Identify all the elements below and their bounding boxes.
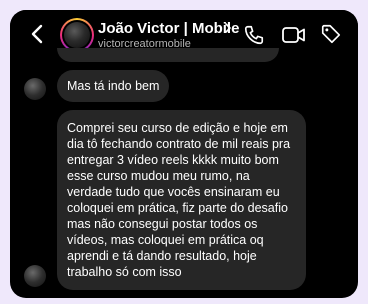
contact-name[interactable]: João Victor | Mobile — [98, 20, 239, 37]
tag-icon[interactable] — [320, 23, 342, 45]
sender-avatar[interactable] — [24, 265, 46, 287]
chevron-left-icon[interactable] — [28, 22, 48, 46]
chevron-right-icon[interactable] — [223, 21, 233, 35]
sender-avatar[interactable] — [24, 78, 46, 100]
video-camera-icon[interactable] — [281, 24, 307, 46]
chat-window: João Victor | Mobile victorcreatormobile… — [10, 10, 358, 298]
message-bubble[interactable]: Comprei seu curso de edição e hoje em di… — [57, 110, 306, 290]
phone-icon[interactable] — [243, 24, 265, 46]
previous-message-bubble — [57, 48, 279, 62]
message-bubble[interactable]: Mas tá indo bem — [57, 70, 170, 102]
profile-avatar[interactable] — [60, 18, 94, 52]
